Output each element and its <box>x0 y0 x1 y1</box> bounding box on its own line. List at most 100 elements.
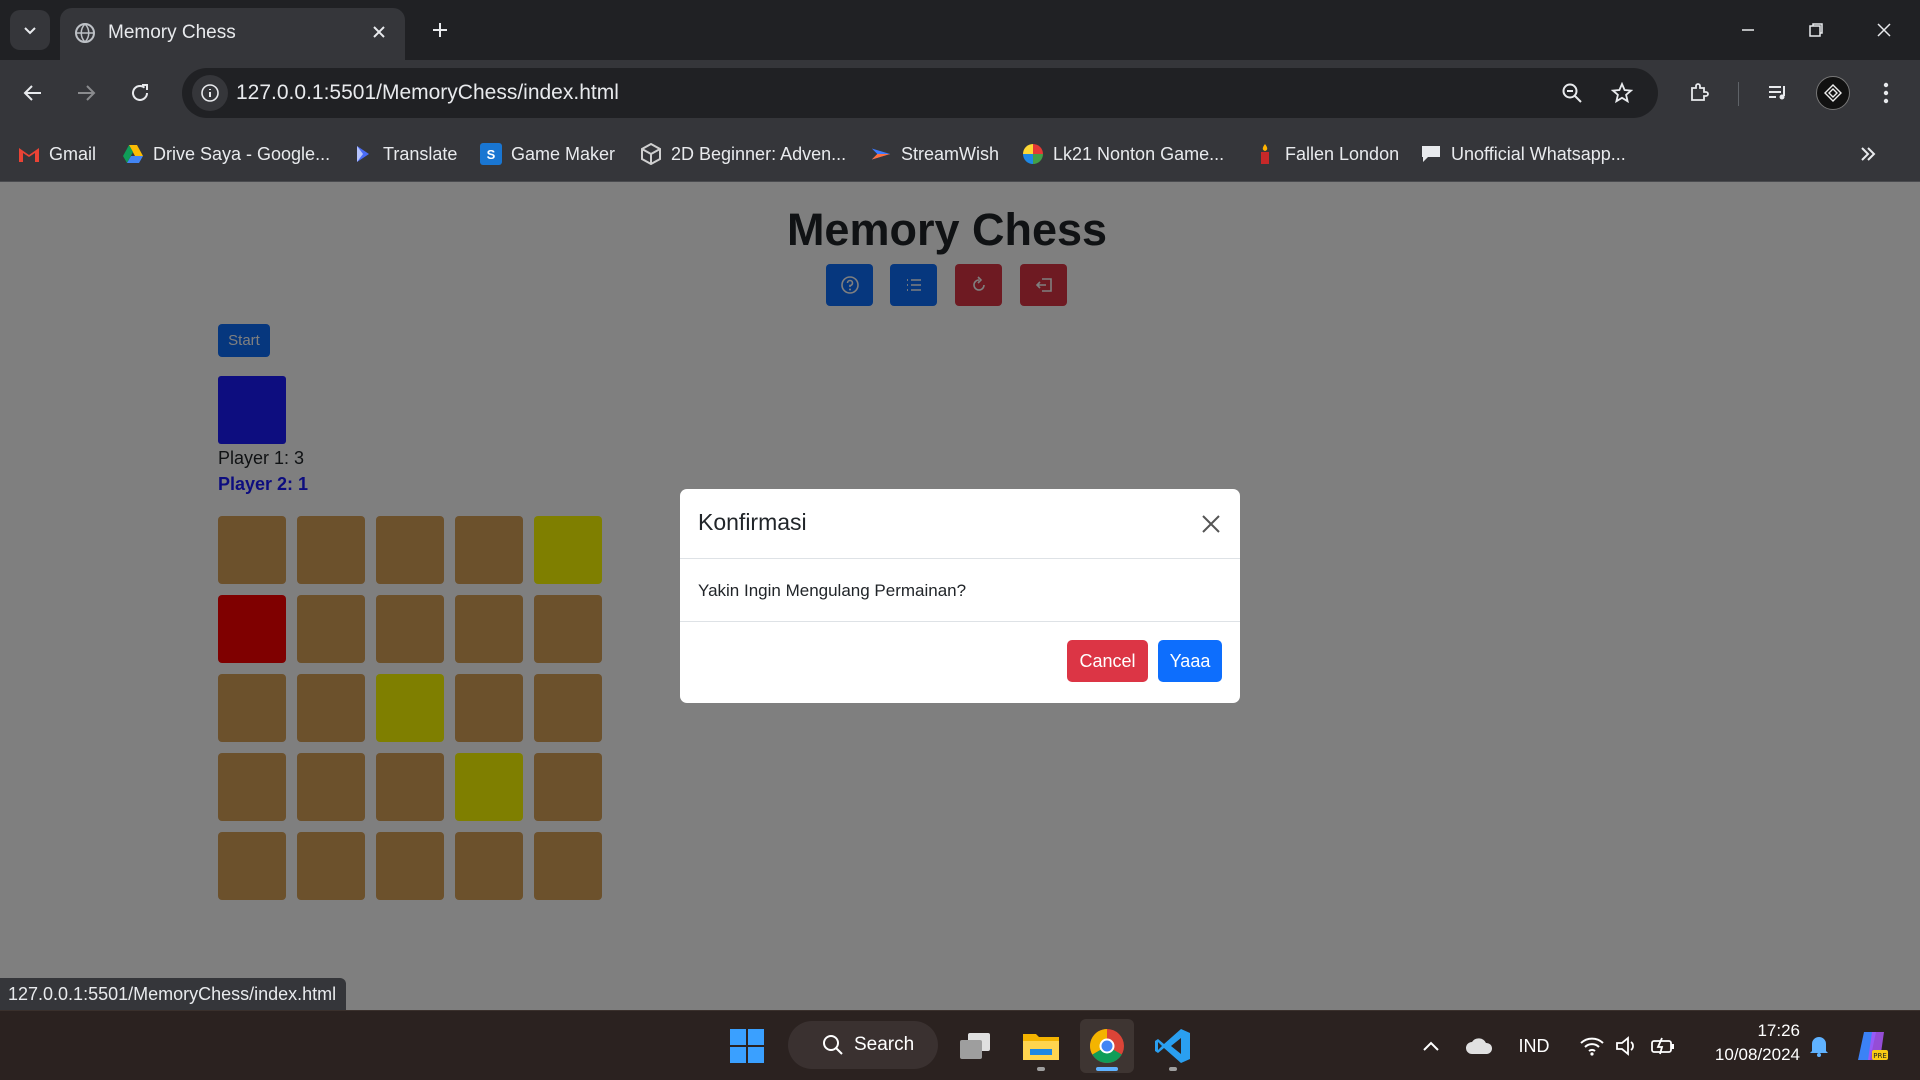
page-viewport: Memory Chess Start Player 1: 3 Player 2:… <box>0 182 1920 1010</box>
confirm-dialog: Konfirmasi Yakin Ingin Mengulang Permain… <box>680 489 1240 703</box>
copilot-button[interactable]: PRE <box>1852 1031 1892 1061</box>
candle-icon <box>1254 143 1276 165</box>
chrome-menu-button[interactable] <box>1866 73 1906 113</box>
tab-search-button[interactable] <box>10 10 50 50</box>
puzzle-icon <box>1691 83 1709 101</box>
bookmark-fallen-london[interactable]: Fallen London <box>1254 138 1399 170</box>
confirm-button[interactable]: Yaaa <box>1158 640 1222 682</box>
clock-date: 10/08/2024 <box>1714 1045 1800 1064</box>
bookmark-lk21[interactable]: Lk21 Nonton Game... <box>1022 138 1224 170</box>
avatar-icon <box>1824 84 1842 102</box>
bookmark-label: 2D Beginner: Adven... <box>671 143 847 164</box>
running-indicator <box>1037 1067 1045 1071</box>
globe-icon <box>75 23 95 43</box>
more-vert-icon <box>1883 82 1889 104</box>
reload-icon <box>132 84 148 101</box>
url-text[interactable]: 127.0.0.1:5501/MemoryChess/index.html <box>236 81 619 105</box>
volume-button[interactable] <box>1612 1031 1642 1061</box>
vscode-icon <box>1155 1029 1190 1063</box>
clock-time: 17:26 <box>1757 1021 1800 1040</box>
battery-button[interactable] <box>1648 1031 1678 1061</box>
svg-text:PRE: PRE <box>1873 1052 1887 1060</box>
notifications-button[interactable] <box>1804 1031 1834 1061</box>
extensions-button[interactable] <box>1679 73 1719 113</box>
profile-avatar[interactable] <box>1816 76 1850 110</box>
arrow-left-icon <box>23 85 41 101</box>
address-bar[interactable]: 127.0.0.1:5501/MemoryChess/index.html <box>182 68 1658 118</box>
windows-icon <box>730 1029 764 1063</box>
plus-icon <box>433 23 447 37</box>
bookmark-gmail[interactable]: Gmail <box>18 138 96 170</box>
status-bubble: 127.0.0.1:5501/MemoryChess/index.html <box>0 978 347 1010</box>
bookmark-unity[interactable]: 2D Beginner: Adven... <box>640 138 846 170</box>
bookmarks-bar: Gmail Drive Saya - Google... Translate S… <box>0 126 1920 182</box>
zoom-button[interactable] <box>1556 77 1588 109</box>
bookmark-drive[interactable]: Drive Saya - Google... <box>122 138 330 170</box>
dialog-footer: Cancel Yaaa <box>680 621 1240 703</box>
gmail-icon <box>18 143 40 165</box>
start-menu-button[interactable] <box>720 1019 774 1073</box>
file-explorer-button[interactable] <box>1014 1019 1068 1073</box>
bookmark-whatsapp[interactable]: Unofficial Whatsapp... <box>1420 138 1626 170</box>
translate-icon <box>352 143 374 165</box>
bookmark-gamemaker[interactable]: S Game Maker <box>480 138 615 170</box>
chat-icon <box>1420 143 1442 165</box>
wifi-button[interactable] <box>1576 1031 1608 1061</box>
vscode-button[interactable] <box>1146 1019 1200 1073</box>
folder-icon <box>1023 1034 1059 1060</box>
bookmark-streamwish[interactable]: StreamWish <box>870 138 999 170</box>
streamwish-icon <box>870 143 892 165</box>
bookmark-label: Fallen London <box>1285 143 1400 164</box>
chevron-up-icon <box>1423 1041 1439 1051</box>
search-icon <box>823 1035 843 1055</box>
bookmark-label: Gmail <box>49 143 97 164</box>
site-info-button[interactable] <box>192 75 228 111</box>
onedrive-button[interactable] <box>1462 1031 1496 1061</box>
chevron-down-icon <box>24 27 36 35</box>
bell-icon <box>1810 1037 1828 1057</box>
tray-overflow-button[interactable] <box>1416 1031 1446 1061</box>
lk21-icon <box>1022 143 1044 165</box>
bookmark-label: Game Maker <box>511 143 616 164</box>
active-tab[interactable]: Memory Chess <box>60 8 405 60</box>
drive-icon <box>122 143 144 165</box>
bookmark-label: Unofficial Whatsapp... <box>1451 143 1626 164</box>
restore-button[interactable] <box>1794 10 1838 50</box>
media-control-button[interactable] <box>1758 73 1798 113</box>
speaker-icon <box>1616 1036 1634 1056</box>
new-tab-button[interactable] <box>424 14 456 46</box>
tab-close-button[interactable] <box>367 20 391 44</box>
close-icon <box>1202 515 1220 533</box>
chrome-icon <box>1090 1029 1124 1063</box>
minimize-icon <box>1742 29 1754 31</box>
tab-title: Memory Chess <box>108 22 236 43</box>
taskbar-search[interactable]: Search <box>788 1021 938 1069</box>
close-icon <box>373 26 385 38</box>
copilot-icon: PRE <box>1858 1032 1888 1060</box>
chrome-taskbar-button[interactable] <box>1080 1019 1134 1073</box>
close-window-button[interactable] <box>1862 10 1906 50</box>
minimize-button[interactable] <box>1726 10 1770 50</box>
wifi-icon <box>1580 1037 1604 1056</box>
cancel-button[interactable]: Cancel <box>1067 640 1148 682</box>
forward-button[interactable] <box>66 73 106 113</box>
dialog-close-button[interactable] <box>1196 509 1226 539</box>
language-indicator[interactable]: IND <box>1512 1031 1556 1061</box>
zoom-out-icon <box>1562 83 1582 103</box>
bookmark-label: StreamWish <box>901 143 1000 164</box>
clock[interactable]: 17:26 10/08/2024 <box>1700 1019 1800 1067</box>
restore-icon <box>1809 23 1823 37</box>
reload-button[interactable] <box>120 73 160 113</box>
bookmarks-overflow-button[interactable] <box>1852 138 1884 170</box>
dialog-header: Konfirmasi <box>680 489 1240 559</box>
battery-charging-icon <box>1651 1037 1674 1055</box>
back-button[interactable] <box>13 73 53 113</box>
gamemaker-icon: S <box>480 143 502 165</box>
search-label: Search <box>854 1034 915 1055</box>
bookmark-star-button[interactable] <box>1606 77 1638 109</box>
info-icon <box>201 84 219 102</box>
task-view-button[interactable] <box>948 1019 1002 1073</box>
cloud-icon <box>1466 1038 1493 1054</box>
double-chevron-right-icon <box>1861 147 1876 161</box>
bookmark-translate[interactable]: Translate <box>352 138 457 170</box>
